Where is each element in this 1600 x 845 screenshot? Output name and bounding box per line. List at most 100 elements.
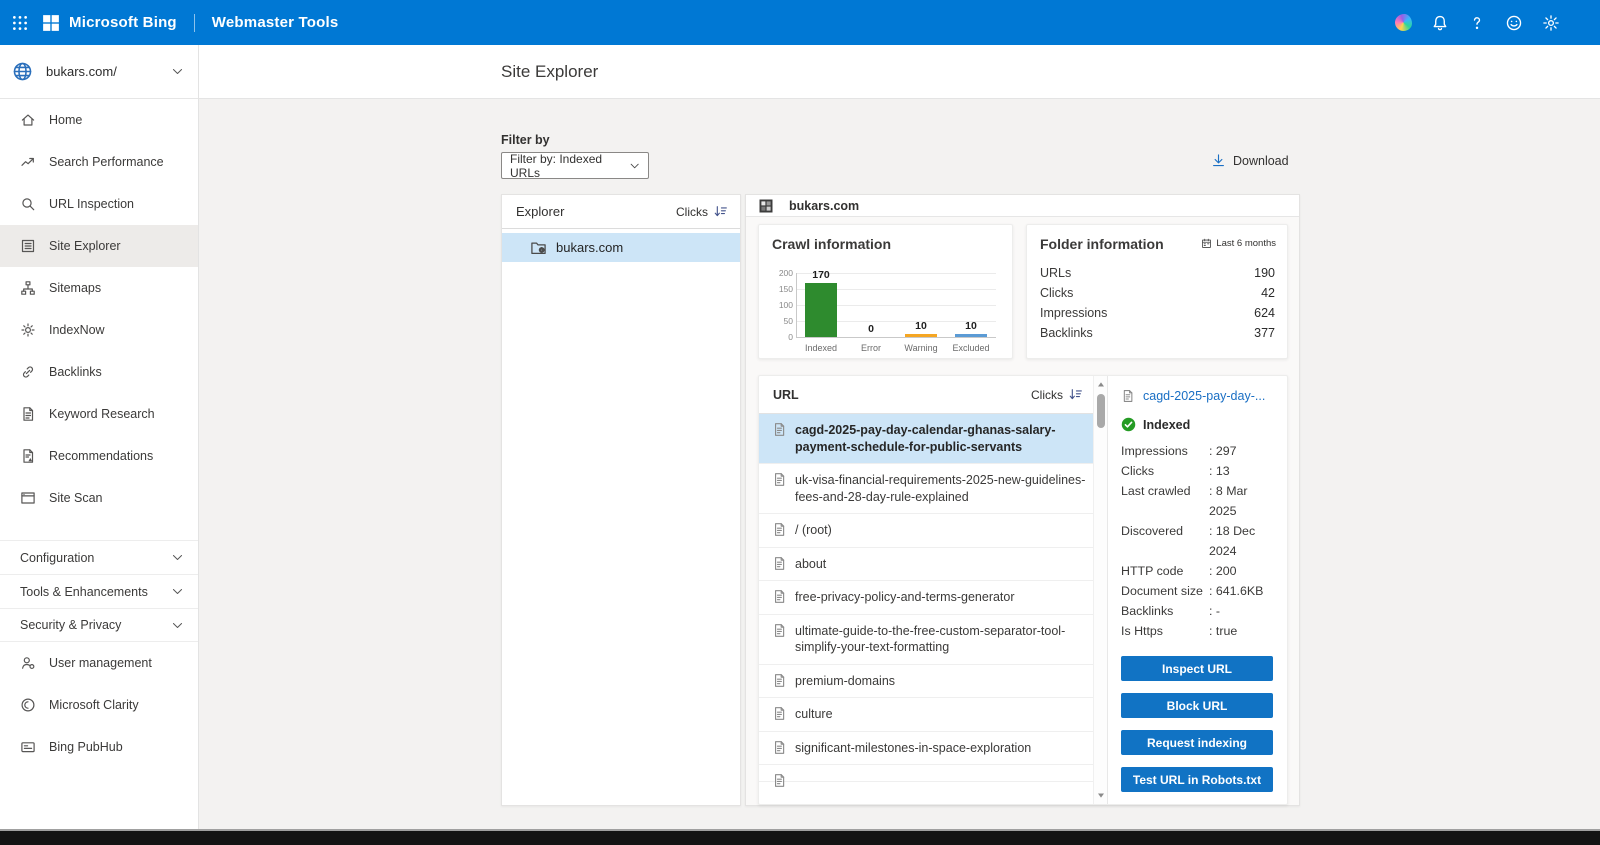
globe-icon [12, 61, 33, 82]
explorer-tree: bukars.com [502, 233, 740, 262]
url-list: cagd-2025-pay-day-calendar-ghanas-salary… [759, 414, 1107, 804]
sidebar-item-bing-pubhub[interactable]: Bing PubHub [0, 726, 198, 768]
sidebar-item-backlinks[interactable]: Backlinks [0, 351, 198, 393]
x-category-label: Excluded [952, 343, 990, 353]
waffle-icon[interactable] [11, 14, 29, 32]
sidebar-item-url-inspection[interactable]: URL Inspection [0, 183, 198, 225]
property-backlinks: Backlinks: - [1121, 601, 1273, 621]
bell-icon[interactable] [1431, 14, 1449, 32]
property-value: : 13 [1209, 464, 1230, 478]
sidebar-item-user-management[interactable]: User management [0, 642, 198, 684]
property-value: : true [1209, 624, 1238, 638]
sidebar-item-label: Site Scan [49, 491, 103, 505]
property-value: : 8 Mar 2025 [1209, 484, 1248, 518]
clarity-icon [20, 697, 36, 713]
sidebar-item-home[interactable]: Home [0, 99, 198, 141]
property-label: Document size [1121, 584, 1203, 598]
smiley-icon[interactable] [1505, 14, 1523, 32]
url-row[interactable]: / (root) [759, 514, 1107, 548]
site-selector[interactable]: bukars.com/ [0, 45, 198, 99]
url-row[interactable]: significant-milestones-in-space-explorat… [759, 732, 1107, 765]
url-sort-label: Clicks [1031, 387, 1063, 402]
sidebar-item-label: Bing PubHub [49, 740, 123, 754]
property-label: HTTP code [1121, 564, 1184, 578]
request-indexing-button[interactable]: Request indexing [1121, 730, 1273, 755]
filter-dropdown[interactable]: Filter by: Indexed URLs [501, 151, 649, 180]
url-row[interactable]: premium-domains [759, 665, 1107, 698]
sidebar-item-microsoft-clarity[interactable]: Microsoft Clarity [0, 684, 198, 726]
sidebar-item-keyword-research[interactable]: Keyword Research [0, 393, 198, 435]
url-detail-link[interactable]: cagd-2025-pay-day-... [1121, 389, 1273, 403]
filter-dropdown-value: Filter by: Indexed URLs [510, 151, 603, 180]
calendar-icon [1201, 238, 1212, 249]
property-value: : - [1209, 604, 1221, 618]
sidebar-section-security-privacy[interactable]: Security & Privacy [0, 608, 198, 642]
test-url-in-robots-txt-button[interactable]: Test URL in Robots.txt [1121, 767, 1273, 792]
property-document-size: Document size: 641.6KB [1121, 581, 1273, 601]
stat-label: Backlinks [1040, 326, 1093, 340]
chevron-down-icon [171, 65, 184, 78]
url-row[interactable]: ultimate-guide-to-the-free-custom-separa… [759, 615, 1107, 665]
bottom-edge-bar [0, 829, 1600, 845]
url-row[interactable]: uk-visa-financial-requirements-2025-new-… [759, 464, 1107, 514]
scroll-up-icon[interactable] [1095, 379, 1107, 391]
check-circle-icon [1121, 417, 1136, 432]
sidebar-item-recommendations[interactable]: Recommendations [0, 435, 198, 477]
property-is-https: Is Https: true [1121, 621, 1273, 641]
crawl-card-title: Crawl information [772, 236, 892, 252]
url-row[interactable]: free-privacy-policy-and-terms-generator [759, 581, 1107, 615]
section-label: Tools & Enhancements [20, 584, 148, 599]
block-url-button[interactable]: Block URL [1121, 693, 1273, 718]
sidebar-item-site-scan[interactable]: Site Scan [0, 477, 198, 519]
url-list-scrollbar[interactable] [1093, 376, 1107, 804]
sort-descending-icon [1068, 387, 1083, 402]
url-row[interactable]: about [759, 548, 1107, 581]
folder-site-icon [530, 239, 547, 256]
sidebar-item-site-explorer[interactable]: Site Explorer [0, 225, 198, 267]
sidebar-item-sitemaps[interactable]: Sitemaps [0, 267, 198, 309]
stat-row-backlinks: Backlinks 377 [1040, 323, 1275, 343]
url-row-label: / (root) [795, 523, 832, 537]
stat-label: URLs [1040, 266, 1072, 280]
stat-row-clicks: Clicks 42 [1040, 283, 1275, 303]
url-sort-button[interactable]: Clicks [1031, 387, 1083, 402]
copilot-logo [1394, 14, 1412, 31]
url-row-partial[interactable] [759, 765, 1107, 787]
document-icon [772, 623, 787, 638]
sidebar-section-configuration[interactable]: Configuration [0, 540, 198, 574]
url-row[interactable]: culture [759, 698, 1107, 732]
url-row[interactable]: cagd-2025-pay-day-calendar-ghanas-salary… [759, 414, 1107, 464]
explorer-sort-button[interactable]: Clicks [676, 204, 728, 219]
scrollbar-thumb[interactable] [1097, 394, 1105, 428]
y-tick-label: 200 [778, 268, 793, 278]
sidebar-item-indexnow[interactable]: IndexNow [0, 309, 198, 351]
sidebar-item-search-performance[interactable]: Search Performance [0, 141, 198, 183]
y-tick-label: 150 [778, 284, 793, 294]
sidebar-section-tools-enhancements[interactable]: Tools & Enhancements [0, 574, 198, 608]
sidebar-nav: Home Search Performance URL Inspection Site… [0, 99, 198, 519]
folder-card-title: Folder information [1040, 236, 1164, 252]
scroll-down-icon[interactable] [1095, 789, 1107, 801]
bar-value-label: 0 [868, 323, 874, 335]
bar-value-label: 10 [915, 319, 927, 332]
docline-icon [20, 406, 36, 422]
property-http-code: HTTP code : 200 [1121, 561, 1273, 581]
bar-excluded [955, 333, 987, 337]
url-list-header: URL Clicks [759, 376, 1107, 414]
inspect-url-button[interactable]: Inspect URL [1121, 656, 1273, 681]
property-clicks: Clicks: 13 [1121, 461, 1273, 481]
property-value: : 200 [1209, 564, 1237, 578]
trend-icon [20, 154, 36, 170]
url-row-label: cagd-2025-pay-day-calendar-ghanas-salary… [795, 423, 1056, 454]
explorer-panel-header: Explorer Clicks [502, 195, 740, 229]
gear-icon[interactable] [1542, 14, 1560, 32]
download-icon [1211, 153, 1226, 168]
sidebar-item-label: Recommendations [49, 449, 154, 463]
user-icon [20, 655, 36, 671]
download-button[interactable]: Download [1211, 153, 1289, 168]
copilot-icon[interactable] [1394, 14, 1412, 32]
document-icon [772, 673, 787, 688]
brand-logo[interactable]: Microsoft Bing [42, 14, 177, 32]
help-icon[interactable] [1468, 14, 1486, 32]
tree-node-bukars-com[interactable]: bukars.com [502, 233, 740, 262]
